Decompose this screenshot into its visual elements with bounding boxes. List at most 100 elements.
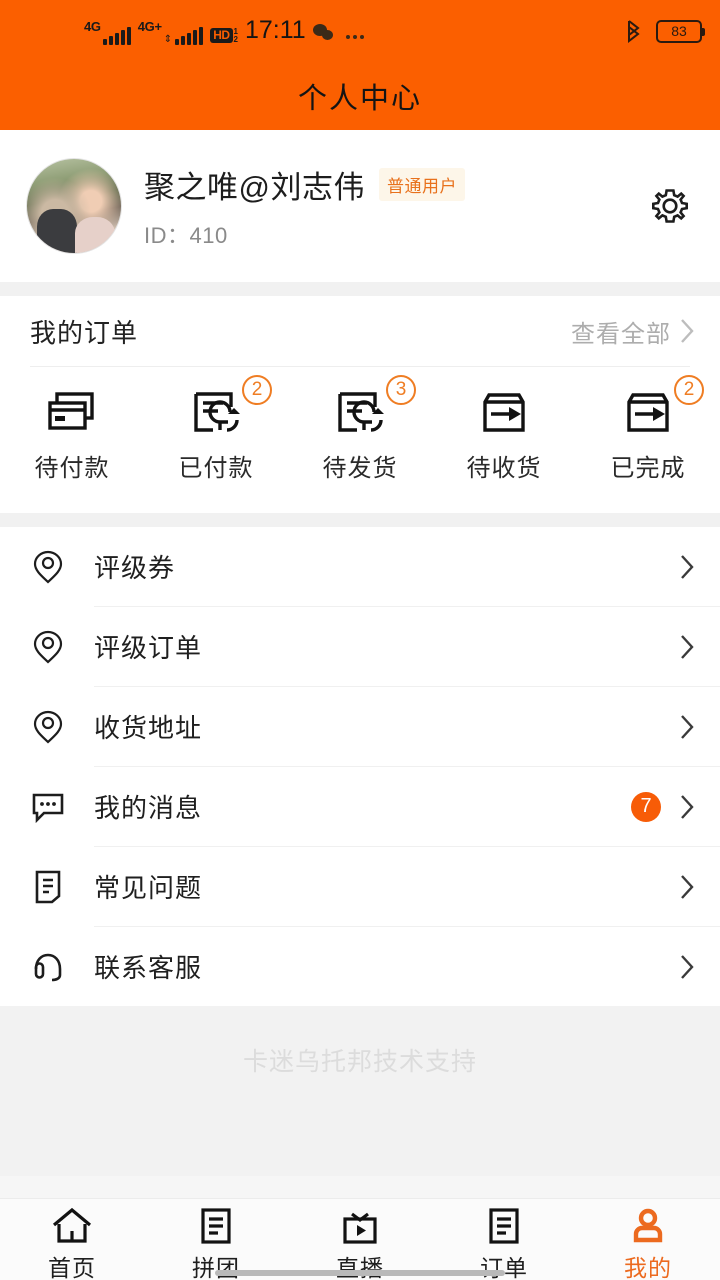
tab-group-buy[interactable]: 拼团: [144, 1205, 288, 1280]
settings-button[interactable]: [648, 184, 692, 233]
my-orders-header: 我的订单 查看全部: [0, 296, 720, 366]
headset-icon: [26, 949, 70, 985]
bottom-tab-bar: 首页 拼团 直播 订单 我的: [0, 1198, 720, 1280]
unread-count-badge: 7: [631, 791, 661, 822]
wechat-icon: [312, 23, 335, 42]
chevron-right-icon: [681, 874, 694, 899]
signal-bars-icon-1: [102, 26, 131, 45]
profile-name-row: 聚之唯@刘志伟 普通用户: [144, 162, 465, 207]
page-title: 个人中心: [297, 83, 422, 115]
hd-label: HD: [210, 28, 233, 43]
menu-list: 评级券 评级订单 收货地址 我的消息 7 常见问题 联系客服: [0, 527, 720, 1006]
tab-label: 首页: [48, 1255, 96, 1280]
person-icon: [628, 1205, 668, 1247]
status-badge-count: 2: [674, 375, 704, 405]
list-icon: [197, 1205, 235, 1247]
profile-card[interactable]: 聚之唯@刘志伟 普通用户 ID：410: [0, 130, 720, 282]
menu-item-right: [679, 712, 696, 742]
order-status-paid[interactable]: 已付款 2: [144, 375, 288, 483]
chevron-right-icon: [681, 319, 694, 343]
home-icon: [51, 1205, 93, 1247]
user-level-badge: 普通用户: [378, 168, 465, 201]
order-status-label: 已完成: [610, 455, 686, 482]
message-bubble-icon: [26, 790, 70, 824]
status-badge-count: 2: [242, 375, 272, 405]
chevron-right-icon: [681, 794, 694, 819]
pin-icon: [26, 708, 70, 746]
profile-center-screen: 4G 4G+ ⇕ HD 1 2 17:11 83 个人中心 聚之唯@刘志伟 普通…: [0, 0, 720, 1280]
menu-item-label: 我的消息: [94, 793, 203, 823]
menu-item-label: 常见问题: [94, 873, 203, 903]
order-status-pending-payment[interactable]: 待付款: [0, 387, 144, 483]
signal-indicator-sim2: 4G+ ⇕: [137, 18, 204, 45]
order-status-completed[interactable]: 已完成 2: [576, 375, 720, 483]
status-bar-right: 83: [624, 18, 705, 44]
network-type-label-1: 4G: [84, 18, 101, 34]
tab-label: 我的: [624, 1255, 672, 1280]
footer-credit-text: 卡迷乌托邦技术支持: [242, 1048, 477, 1076]
menu-item-faq[interactable]: 常见问题: [0, 847, 720, 926]
status-bar: 4G 4G+ ⇕ HD 1 2 17:11 83: [0, 0, 720, 62]
order-status-row: 待付款 已付款 2 待发货 3 待收货 已完成 2: [0, 367, 720, 483]
signal-bars-icon-2: [175, 26, 204, 45]
my-orders-title: 我的订单: [30, 317, 139, 348]
doc-refresh-icon: [334, 387, 386, 439]
hd-voice-icon: HD 1 2: [210, 27, 238, 44]
tab-live[interactable]: 直播: [288, 1205, 432, 1280]
more-dots-icon: [345, 34, 364, 39]
profile-info: 聚之唯@刘志伟 普通用户 ID：410: [144, 162, 465, 250]
menu-item-right: [679, 552, 696, 582]
menu-item-label: 评级订单: [94, 633, 203, 663]
menu-item-label: 收货地址: [94, 713, 203, 743]
tv-play-icon: [339, 1205, 381, 1247]
menu-item-shipping-address[interactable]: 收货地址: [0, 687, 720, 766]
chevron-right-icon: [681, 714, 694, 739]
tab-home[interactable]: 首页: [0, 1205, 144, 1280]
bluetooth-icon: [628, 20, 640, 44]
network-type-label-2: 4G+: [137, 18, 162, 34]
order-status-pending-receipt[interactable]: 待收货: [432, 387, 576, 483]
menu-item-right: 7: [631, 791, 696, 822]
box-arrow-icon: [622, 387, 674, 439]
menu-item-right: [679, 952, 696, 982]
tab-orders[interactable]: 订单: [432, 1205, 576, 1280]
menu-item-grading-order[interactable]: 评级订单: [0, 607, 720, 686]
menu-item-grading-coupon[interactable]: 评级券: [0, 527, 720, 606]
pin-icon: [26, 548, 70, 586]
my-orders-card: 我的订单 查看全部 待付款 已付款 2 待发货 3 待收货 已完成 2: [0, 296, 720, 513]
menu-item-right: [679, 872, 696, 902]
section-gap-1: [0, 282, 720, 296]
order-list-icon: [485, 1205, 523, 1247]
view-all-orders-button[interactable]: 查看全部: [571, 314, 696, 349]
menu-item-my-messages[interactable]: 我的消息 7: [0, 767, 720, 846]
data-transfer-icon: ⇕: [163, 33, 173, 45]
menu-item-label: 联系客服: [94, 953, 203, 983]
chevron-right-icon: [681, 634, 694, 659]
battery-level-label: 83: [671, 23, 687, 39]
hd-sim-index: 1 2: [233, 27, 238, 44]
status-bar-clock: 17:11: [244, 15, 306, 44]
doc-refresh-icon: [190, 387, 242, 439]
menu-item-contact-support[interactable]: 联系客服: [0, 927, 720, 1006]
credit-card-icon: [46, 387, 98, 439]
status-badge-count: 3: [386, 375, 416, 405]
app-header: 个人中心: [0, 62, 720, 130]
avatar[interactable]: [26, 158, 122, 254]
order-status-label: 待付款: [34, 455, 110, 482]
box-arrow-icon: [478, 387, 530, 439]
pin-icon: [26, 628, 70, 666]
signal-indicator-sim1: 4G: [84, 20, 131, 45]
battery-indicator: 83: [656, 19, 705, 43]
document-icon: [26, 868, 70, 906]
profile-user-id: ID：410: [144, 223, 228, 248]
menu-item-right: [679, 632, 696, 662]
chevron-right-icon: [681, 954, 694, 979]
tab-mine[interactable]: 我的: [576, 1205, 720, 1280]
hd-sub: 2: [233, 34, 238, 44]
section-gap-2: [0, 513, 720, 527]
status-bar-left: 4G 4G+ ⇕ HD 1 2 17:11: [84, 15, 364, 45]
menu-item-label: 评级券: [94, 553, 176, 583]
view-all-label: 查看全部: [571, 320, 671, 348]
gear-icon: [652, 189, 688, 223]
order-status-pending-shipment[interactable]: 待发货 3: [288, 375, 432, 483]
